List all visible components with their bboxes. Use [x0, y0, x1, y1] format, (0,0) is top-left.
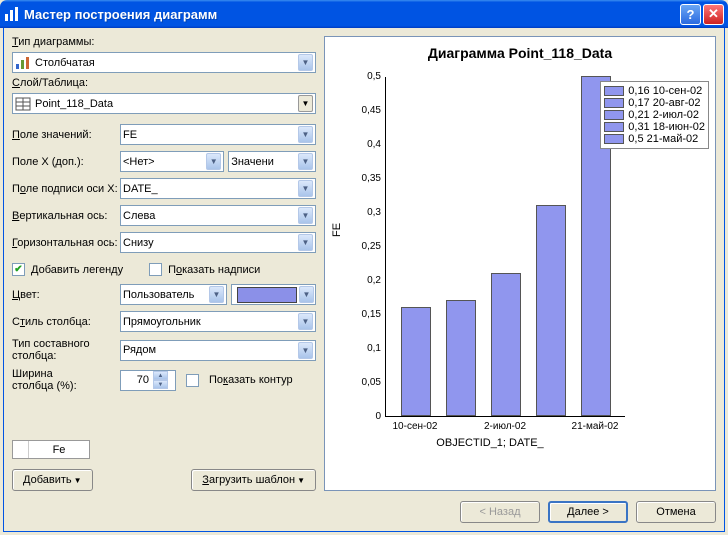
- spin-up-icon[interactable]: ▲: [153, 371, 168, 380]
- chevron-down-icon: ▼: [298, 54, 313, 71]
- y-tick: 0,1: [355, 343, 381, 354]
- chart-legend: 0,16 10-сен-020,17 20-авг-020,21 2-июл-0…: [600, 81, 709, 149]
- legend-item: 0,17 20-авг-02: [604, 97, 705, 109]
- chevron-down-icon: ▼: [298, 234, 313, 251]
- multi-bar-combo[interactable]: Рядом▼: [120, 340, 316, 361]
- chevron-down-icon: ▼: [298, 153, 313, 170]
- value-field-label: Поле значений:: [12, 129, 120, 141]
- multi-bar-label: Тип составногостолбца:: [12, 338, 120, 362]
- chevron-down-icon: ▼: [299, 286, 314, 303]
- value-field-combo[interactable]: FE▼: [120, 124, 316, 145]
- cancel-button[interactable]: Отмена: [636, 501, 716, 523]
- back-button[interactable]: < Назад: [460, 501, 540, 523]
- x-field-extra-combo[interactable]: Значени▼: [228, 151, 316, 172]
- chevron-down-icon: ▼: [298, 180, 313, 197]
- horiz-axis-label: Горизонтальная ось:: [12, 237, 120, 249]
- series-swatch: [13, 441, 29, 458]
- bar: [401, 307, 431, 416]
- table-icon: [15, 96, 31, 112]
- client-area: Тип диаграммы: Столбчатая ▼ Слой/Таблица…: [3, 28, 725, 532]
- help-button[interactable]: ?: [680, 4, 701, 25]
- x-tick: 10-сен-02: [385, 421, 445, 432]
- color-picker[interactable]: ▼: [231, 284, 316, 305]
- horiz-axis-combo[interactable]: Снизу▼: [120, 232, 316, 253]
- bar-width-spinner[interactable]: ▲▼: [120, 370, 176, 391]
- bar-chart-icon: [15, 55, 31, 71]
- chart-type-label: Тип диаграммы:: [12, 36, 316, 48]
- add-button[interactable]: Добавить▼: [12, 469, 93, 491]
- show-labels-checkbox[interactable]: [149, 263, 162, 276]
- window-title: Мастер построения диаграмм: [24, 7, 680, 22]
- x-field-combo[interactable]: <Нет>▼: [120, 151, 224, 172]
- vert-axis-label: Вертикальная ось:: [12, 210, 120, 222]
- x-field-label: Поле X (доп.):: [12, 156, 120, 168]
- y-tick: 0,15: [355, 309, 381, 320]
- close-button[interactable]: ✕: [703, 4, 724, 25]
- titlebar: Мастер построения диаграмм ? ✕: [0, 0, 728, 28]
- legend-item: 0,21 2-июл-02: [604, 109, 705, 121]
- layer-label: Слой/Таблица:: [12, 77, 316, 89]
- chevron-down-icon: ▼: [209, 286, 224, 303]
- x-axis-label-label: Поле подписи оси X:: [12, 183, 120, 195]
- bar: [446, 300, 476, 416]
- chevron-down-icon: ▼: [74, 476, 82, 485]
- chevron-down-icon: ▼: [298, 95, 313, 112]
- plot-area: [385, 77, 625, 417]
- chevron-down-icon: ▼: [298, 126, 313, 143]
- x-tick: 2-июл-02: [475, 421, 535, 432]
- chevron-down-icon: ▼: [298, 207, 313, 224]
- show-outline-checkbox[interactable]: [186, 374, 199, 387]
- app-icon: [4, 6, 20, 22]
- y-tick: 0,5: [355, 71, 381, 82]
- chevron-down-icon: ▼: [298, 313, 313, 330]
- settings-panel: Тип диаграммы: Столбчатая ▼ Слой/Таблица…: [12, 36, 316, 491]
- wizard-footer: < Назад Далее > Отмена: [12, 491, 716, 523]
- x-axis-label: OBJECTID_1; DATE_: [355, 437, 625, 449]
- next-button[interactable]: Далее >: [548, 501, 628, 523]
- load-template-button[interactable]: Загрузить шаблон▼: [191, 469, 316, 491]
- legend-item: 0,5 21-май-02: [604, 133, 705, 145]
- chevron-down-icon: ▼: [297, 476, 305, 485]
- bar-style-label: Стиль столбца:: [12, 316, 120, 328]
- bar: [536, 205, 566, 416]
- y-tick: 0,25: [355, 241, 381, 252]
- legend-item: 0,16 10-сен-02: [604, 85, 705, 97]
- y-tick: 0,45: [355, 105, 381, 116]
- chart-type-combo[interactable]: Столбчатая ▼: [12, 52, 316, 73]
- y-tick: 0,05: [355, 377, 381, 388]
- y-axis-label: FE: [331, 223, 343, 237]
- color-label: Цвет:: [12, 289, 120, 301]
- add-legend-checkbox[interactable]: ✔: [12, 263, 25, 276]
- y-tick: 0,3: [355, 207, 381, 218]
- y-tick: 0: [355, 411, 381, 422]
- legend-item: 0,31 18-июн-02: [604, 121, 705, 133]
- show-labels-label: Показать надписи: [168, 264, 260, 276]
- x-tick: 21-май-02: [565, 421, 625, 432]
- y-tick: 0,2: [355, 275, 381, 286]
- series-tab[interactable]: Fe: [12, 440, 90, 459]
- add-legend-label: Добавить легенду: [31, 264, 123, 276]
- vert-axis-combo[interactable]: Слева▼: [120, 205, 316, 226]
- x-axis-label-combo[interactable]: DATE_▼: [120, 178, 316, 199]
- chart-title: Диаграмма Point_118_Data: [325, 45, 715, 61]
- chart-preview: Диаграмма Point_118_Data FE 0 0,05 0,1 0,15…: [324, 36, 716, 491]
- bar-style-combo[interactable]: Прямоугольник▼: [120, 311, 316, 332]
- y-tick: 0,35: [355, 173, 381, 184]
- bar-width-input[interactable]: [121, 374, 153, 386]
- y-tick: 0,4: [355, 139, 381, 150]
- chevron-down-icon: ▼: [298, 342, 313, 359]
- show-outline-label: Показать контур: [209, 374, 293, 386]
- color-mode-combo[interactable]: Пользователь▼: [120, 284, 227, 305]
- spin-down-icon[interactable]: ▼: [153, 380, 168, 389]
- chevron-down-icon: ▼: [206, 153, 221, 170]
- layer-combo[interactable]: Point_118_Data ▼: [12, 93, 316, 114]
- bar-width-label: Ширинастолбца (%):: [12, 368, 120, 392]
- bar: [491, 273, 521, 416]
- color-swatch: [237, 287, 297, 303]
